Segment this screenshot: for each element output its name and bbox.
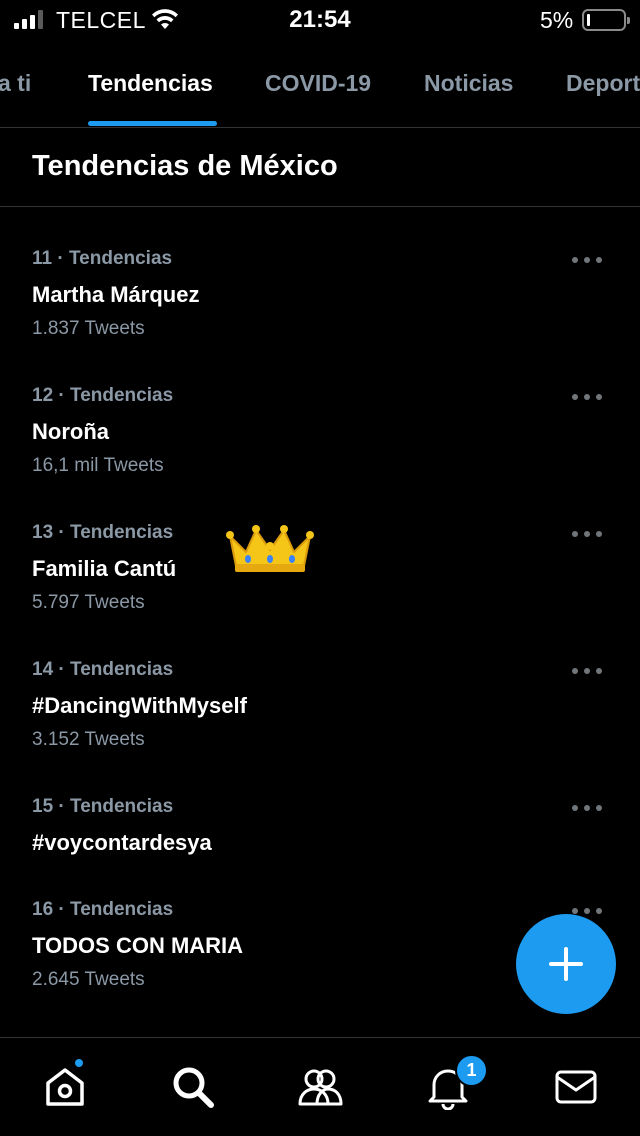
active-tab-indicator (88, 121, 217, 126)
trend-count: 5.797 Tweets (32, 592, 145, 613)
trend-meta: 12 · Tendencias (32, 385, 174, 406)
trend-count: 1.837 Tweets (32, 318, 145, 339)
tab-noticias[interactable]: Noticias (424, 70, 513, 97)
divider (0, 206, 640, 207)
trend-item[interactable]: 15 · Tendencias #voycontardesya (32, 796, 612, 858)
trend-item[interactable]: 14 · Tendencias #DancingWithMyself 3.152… (32, 659, 612, 751)
tab-covid-19[interactable]: COVID-19 (265, 70, 371, 97)
compose-button[interactable] (516, 914, 616, 1014)
battery-icon (582, 9, 630, 31)
trend-count: 16,1 mil Tweets (32, 455, 164, 476)
trend-item[interactable]: 11 · Tendencias Martha Márquez 1.837 Twe… (32, 248, 612, 340)
more-options-icon[interactable] (572, 391, 602, 403)
plus-icon (549, 947, 583, 981)
trend-name: #DancingWithMyself (32, 693, 247, 718)
notifications-badge: 1 (455, 1054, 488, 1087)
more-options-icon[interactable] (572, 665, 602, 677)
crown-icon (226, 525, 314, 572)
bottom-nav (0, 1037, 640, 1136)
trend-meta: 13 · Tendencias (32, 522, 174, 543)
tab-deportes[interactable]: Deport (566, 70, 640, 97)
tab-tendencias[interactable]: Tendencias (88, 70, 213, 97)
trend-meta: 14 · Tendencias (32, 659, 174, 680)
home-new-dot (73, 1057, 85, 1069)
trend-item[interactable]: 12 · Tendencias Noroña 16,1 mil Tweets (32, 385, 612, 477)
trend-item[interactable]: 13 · Tendencias Familia Cantú 5.797 Twee… (32, 522, 612, 614)
trend-meta: 16 · Tendencias (32, 899, 174, 920)
tab-para-ti[interactable]: a ti (0, 70, 31, 97)
home-icon[interactable] (42, 1064, 88, 1110)
more-options-icon[interactable] (572, 802, 602, 814)
trend-name: Martha Márquez (32, 282, 200, 307)
trend-meta: 11 · Tendencias (32, 248, 173, 269)
search-icon[interactable] (170, 1064, 216, 1110)
trend-name: #voycontardesya (32, 830, 212, 855)
trend-name: Familia Cantú (32, 556, 177, 581)
communities-icon[interactable] (297, 1064, 343, 1110)
section-title: Tendencias de México (32, 150, 338, 182)
trend-count: 3.152 Tweets (32, 729, 145, 750)
more-options-icon[interactable] (572, 528, 602, 540)
status-bar: TELCEL 21:54 5% (0, 0, 640, 40)
explore-tabs: a ti Tendencias COVID-19 Noticias Deport (0, 52, 640, 128)
more-options-icon[interactable] (572, 254, 602, 266)
trend-meta: 15 · Tendencias (32, 796, 174, 817)
battery-percent: 5% (540, 7, 574, 33)
trend-name: Noroña (32, 419, 109, 444)
messages-icon[interactable] (553, 1064, 599, 1110)
